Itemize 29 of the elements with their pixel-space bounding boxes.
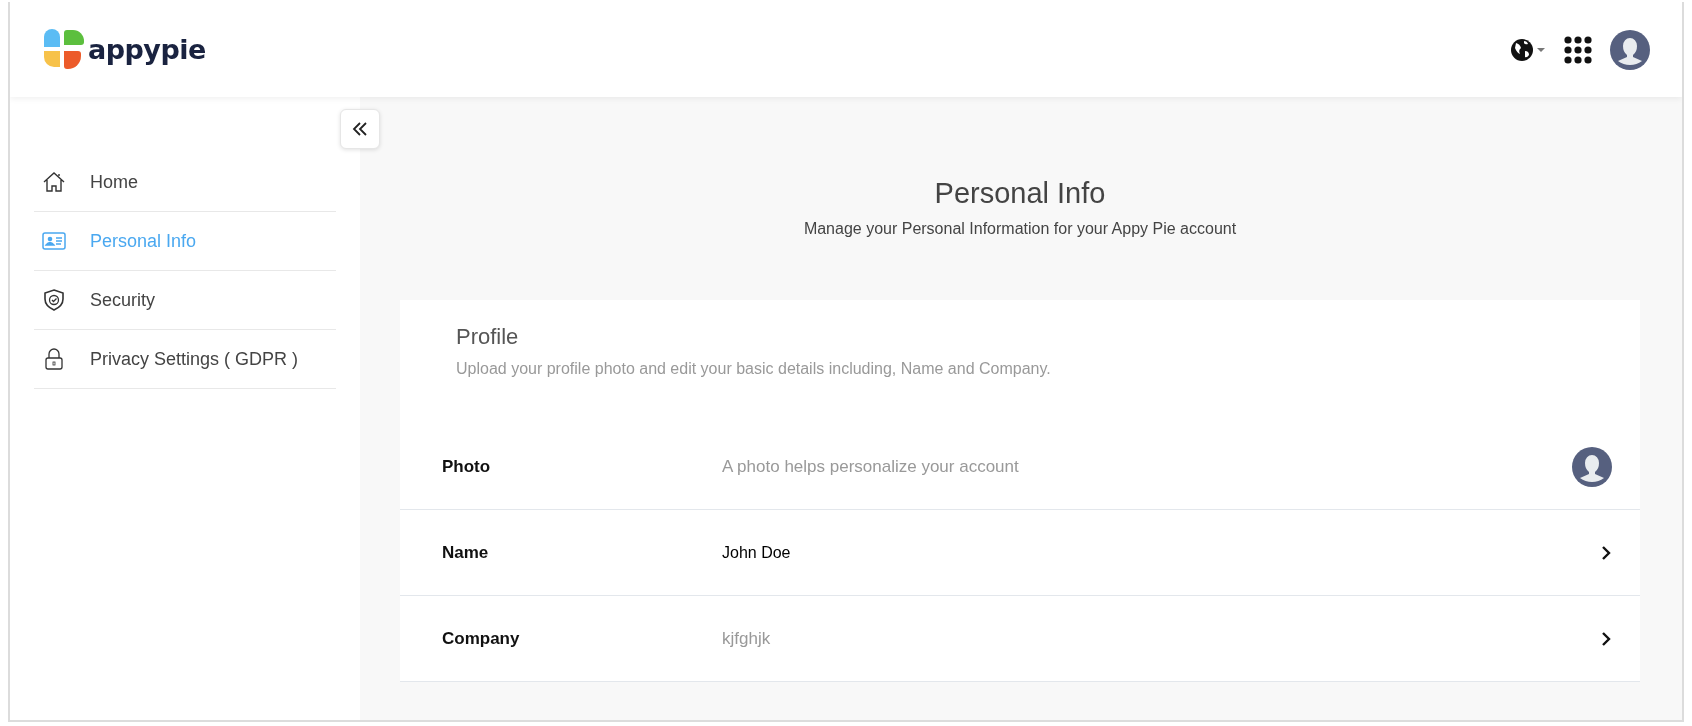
padlock-icon (42, 347, 66, 371)
field-label: Company (442, 628, 521, 649)
sidebar-item[interactable]: Security (34, 271, 336, 330)
page-subtitle: Manage your Personal Information for your Appy Pie account (803, 220, 1237, 238)
logo-text: appypie (88, 34, 206, 65)
field-value: kjfghjk (722, 628, 772, 649)
field-value: John Doe (722, 543, 792, 562)
apps-grid-icon[interactable] (1564, 35, 1592, 64)
chevron-right-icon (1600, 544, 1612, 561)
globe-icon[interactable] (1510, 36, 1546, 63)
sidebar-item[interactable]: Home (34, 153, 336, 212)
page-title: Personal Info (934, 177, 1106, 210)
home-icon (42, 171, 66, 193)
id-card-icon (42, 231, 66, 251)
collapse-button[interactable] (340, 109, 380, 149)
profile-row[interactable]: Name John Doe (400, 510, 1640, 596)
profile-row[interactable]: Company kjfghjk (400, 596, 1640, 682)
shield-check-icon (42, 288, 66, 312)
profile-row[interactable]: Photo A photo helps personalize your account (400, 424, 1640, 510)
field-label: Photo (442, 456, 492, 477)
avatar-icon[interactable] (1610, 29, 1650, 70)
field-value: A photo helps personalize your account (722, 456, 1020, 477)
field-label: Name (442, 542, 490, 563)
section-title: Profile (456, 324, 520, 350)
chevron-right-icon (1600, 630, 1612, 647)
section-description: Upload your profile photo and edit your basic details including, Name and Company. (456, 360, 1052, 378)
avatar-icon[interactable] (1572, 446, 1612, 487)
double-chevron-left-icon (351, 121, 369, 137)
sidebar-item[interactable]: Privacy Settings ( GDPR ) (34, 330, 336, 389)
